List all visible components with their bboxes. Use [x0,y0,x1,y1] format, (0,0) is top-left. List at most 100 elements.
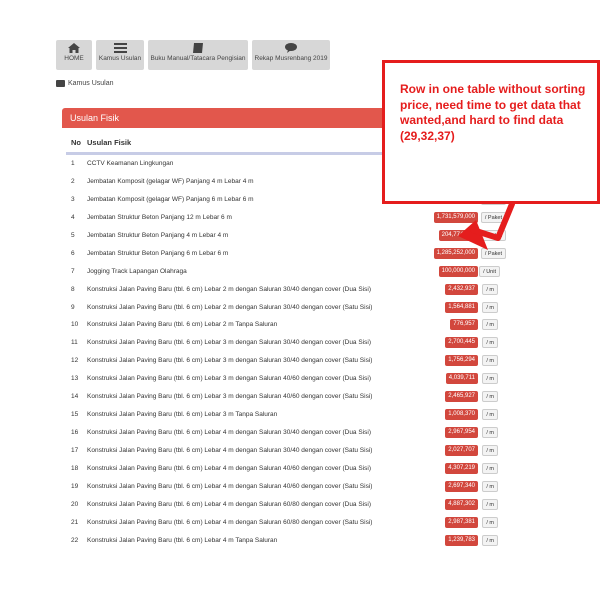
row-number: 9 [71,303,75,311]
unit-badge: / m [482,355,498,367]
price-badge: 4,307,219 [445,462,478,474]
top-nav: HOME Kamus Usulan Buku Manual/Tatacara P… [56,40,330,70]
chat-icon [284,42,298,53]
row-number: 5 [71,231,75,239]
price-badge: 2,967,954 [445,427,478,439]
row-name: Jembatan Komposit (gelagar WF) Panjang 6… [87,195,254,203]
table-row: 18 Konstruksi Jalan Paving Baru (tbl. 6 c… [62,460,522,478]
unit-badge: / m [482,409,498,421]
row-name: Konstruksi Jalan Paving Baru (tbl. 6 cm)… [87,464,371,472]
nav-rekap-musrenbang-label: Rekap Musrenbang 2019 [254,55,328,62]
unit-badge: / m [482,534,498,546]
table-row: 13 Konstruksi Jalan Paving Baru (tbl. 6 c… [62,370,522,388]
unit-badge: / m [482,319,498,331]
list-icon [113,42,127,53]
row-number: 1 [71,160,75,167]
row-name: Konstruksi Jalan Paving Baru (tbl. 6 cm)… [87,411,278,419]
row-number: 7 [71,267,75,275]
table-row: 5 Jembatan Struktur Beton Panjang 4 m Leb… [62,227,522,245]
nav-buku-manual-label: Buku Manual/Tatacara Pengisian [150,55,246,62]
table-row: 7 Jogging Track Lapangan Olahraga 100,000,… [62,263,522,281]
row-number: 3 [71,195,75,203]
nav-home-button[interactable]: HOME [56,40,92,70]
price-badge: 1,731,579,000 [433,211,478,223]
row-name: Jogging Track Lapangan Olahraga [87,267,187,275]
unit-badge: / m [482,391,498,403]
row-number: 22 [71,536,79,544]
row-name: Konstruksi Jalan Paving Baru (tbl. 6 cm)… [87,303,373,311]
unit-badge: / m [482,283,498,295]
table-row: 19 Konstruksi Jalan Paving Baru (tbl. 6 c… [62,478,522,496]
row-number: 19 [71,482,79,490]
folder-icon [56,80,65,87]
table-row: 16 Konstruksi Jalan Paving Baru (tbl. 6 c… [62,424,522,442]
row-name: Konstruksi Jalan Paving Baru (tbl. 6 cm)… [87,536,278,544]
price-badge: 1,756,294 [445,355,478,367]
price-badge: 2,700,445 [445,337,478,349]
unit-badge: / Paket [480,211,506,223]
unit-badge: / m [482,498,498,510]
table-row: 12 Konstruksi Jalan Paving Baru (tbl. 6 c… [62,352,522,370]
unit-badge: / m [482,445,498,456]
row-number: 20 [71,500,79,508]
row-name: CCTV Keamanan Lingkungan [87,160,174,167]
row-name: Jembatan Struktur Beton Panjang 4 m Leba… [87,231,229,239]
annotation-text: Row in one table without sorting price, … [400,82,586,143]
row-name: Jembatan Struktur Beton Panjang 12 m Leb… [87,213,232,221]
table-body: 1 CCTV Keamanan Lingkungan 2 Jembatan Kompo… [62,155,522,550]
table-row: 10 Konstruksi Jalan Paving Baru (tbl. 6 c… [62,316,522,334]
row-number: 4 [71,213,75,221]
unit-badge: / m [482,301,498,313]
row-number: 6 [71,249,75,257]
row-number: 10 [71,321,79,329]
table-row: 8 Konstruksi Jalan Paving Baru (tbl. 6 cm… [62,281,522,299]
price-badge: 204,774,000 [438,229,478,241]
row-name: Konstruksi Jalan Paving Baru (tbl. 6 cm)… [87,285,371,293]
row-name: Konstruksi Jalan Paving Baru (tbl. 6 cm)… [87,339,371,347]
nav-kamus-usulan-label: Kamus Usulan [98,55,142,62]
price-badge: 2,027,707 [445,445,478,456]
row-name: Konstruksi Jalan Paving Baru (tbl. 6 cm)… [87,518,373,526]
price-badge: 1,008,370 [445,409,478,421]
row-name: Jembatan Komposit (gelagar WF) Panjang 4… [87,177,254,185]
row-number: 8 [71,285,75,293]
row-number: 11 [71,339,78,347]
row-number: 16 [71,429,79,437]
nav-kamus-usulan-button[interactable]: Kamus Usulan [96,40,144,70]
nav-home-label: HOME [64,55,84,62]
row-number: 2 [71,177,75,185]
price-badge: 776,957 [450,319,478,331]
unit-badge: / m [482,480,498,492]
table-row: 22 Konstruksi Jalan Paving Baru (tbl. 6 c… [62,532,522,550]
column-header-no: No [71,138,81,147]
row-name: Jembatan Struktur Beton Panjang 6 m Leba… [87,249,229,257]
column-header-usulan-fisik: Usulan Fisik [87,138,132,147]
price-badge: 4,039,711 [445,373,478,385]
breadcrumb-label[interactable]: Kamus Usulan [68,80,114,87]
table-row: 4 Jembatan Struktur Beton Panjang 12 m Le… [62,209,522,227]
unit-badge: / m [482,427,498,439]
row-number: 14 [71,393,79,401]
price-badge: 2,465,927 [445,391,478,403]
table-row: 11 Konstruksi Jalan Paving Baru (tbl. 6 c… [62,334,522,352]
row-name: Konstruksi Jalan Paving Baru (tbl. 6 cm)… [87,429,371,437]
row-number: 17 [71,447,79,454]
row-number: 21 [71,518,79,526]
unit-badge: / Unit [479,265,500,277]
price-badge: 1,564,881 [445,301,478,313]
price-badge: 1,239,783 [445,534,478,546]
annotation-callout: Row in one table without sorting price, … [382,60,600,204]
unit-badge: / Paket [480,229,506,241]
row-name: Konstruksi Jalan Paving Baru (tbl. 6 cm)… [87,321,278,329]
nav-rekap-musrenbang-button[interactable]: Rekap Musrenbang 2019 [252,40,330,70]
table-row: 20 Konstruksi Jalan Paving Baru (tbl. 6 c… [62,496,522,514]
nav-buku-manual-button[interactable]: Buku Manual/Tatacara Pengisian [148,40,248,70]
row-number: 18 [71,464,79,472]
table-row: 17 Konstruksi Jalan Paving Baru (tbl. 6 c… [62,442,522,460]
price-badge: 2,432,937 [445,283,478,295]
row-name: Konstruksi Jalan Paving Baru (tbl. 6 cm)… [87,482,373,490]
price-badge: 100,000,000 [438,265,478,277]
table-row: 21 Konstruksi Jalan Paving Baru (tbl. 6 c… [62,514,522,532]
row-number: 15 [71,411,79,419]
table-row: 15 Konstruksi Jalan Paving Baru (tbl. 6 c… [62,406,522,424]
